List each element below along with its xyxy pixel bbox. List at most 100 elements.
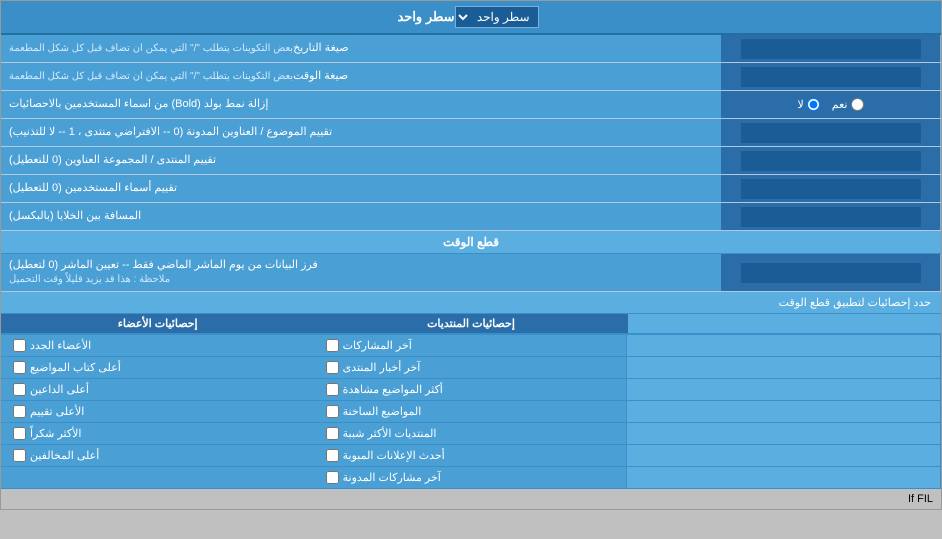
usernames-order-input[interactable]: 0 <box>741 179 921 199</box>
date-format-label: صيغة التاريخ بعض التكوينات يتطلب "/" الت… <box>1 35 721 62</box>
forum-order-label: تقييم المنتدى / المجموعة العناوين (0 للت… <box>1 147 721 174</box>
checkbox-item: أكثر المواضيع مشاهدة <box>322 381 619 398</box>
checkbox-post-4[interactable] <box>326 427 339 440</box>
col-empty-2 <box>627 357 941 378</box>
checkbox-post-0[interactable] <box>326 339 339 352</box>
col-post-1: آخر المشاركات <box>314 335 628 356</box>
col-post-5: المنتديات الأكثر شببة <box>314 423 628 444</box>
checkbox-label: المنتديات الأكثر شببة <box>343 427 437 440</box>
checkbox-row-7: آخر مشاركات المدونة <box>1 467 941 489</box>
checkbox-item: آخر المشاركات <box>322 337 619 354</box>
checkbox-item: المواضيع الساخنة <box>322 403 619 420</box>
checkbox-row-4: المواضيع الساخنة الأعلى تقييم <box>1 401 941 423</box>
bold-yes-label: نعم <box>832 98 864 111</box>
forum-order-input[interactable]: 33 <box>741 151 921 171</box>
usernames-order-input-container: 0 <box>721 175 941 202</box>
bold-remove-label: إزالة نمط بولد (Bold) من اسماء المستخدمي… <box>1 91 721 118</box>
col-member-1: الأعضاء الجدد <box>1 335 314 356</box>
time-cut-label: فرز البيانات من يوم الماشر الماضي فقط --… <box>1 254 721 291</box>
apply-row: حدد إحصائيات لتطبيق قطع الوقت <box>1 292 941 314</box>
checkbox-label: أعلى الداعين <box>30 383 89 396</box>
time-cut-header: قطع الوقت <box>1 231 941 254</box>
lines-select[interactable]: سطر واحد سطرين ثلاثة أسطر <box>455 6 539 28</box>
bold-radio-group: نعم لا <box>798 98 864 111</box>
apply-label: حدد إحصائيات لتطبيق قطع الوقت <box>779 297 931 309</box>
forum-order-input-container: 33 <box>721 147 941 174</box>
col-member-2: أعلى كتاب المواضيع <box>1 357 314 378</box>
checkbox-row-6: أحدث الإعلانات المبوبة أعلى المخالفين <box>1 445 941 467</box>
checkbox-item: آخر مشاركات المدونة <box>322 469 619 486</box>
checkbox-member-1[interactable] <box>13 361 26 374</box>
col-empty-7 <box>627 467 941 488</box>
checkbox-member-3[interactable] <box>13 405 26 418</box>
checkbox-item: آخر أخبار المنتدى <box>322 359 619 376</box>
checkbox-label: أعلى المخالفين <box>30 449 99 462</box>
cell-gap-label: المسافة بين الخلايا (بالبكسل) <box>1 203 721 230</box>
bottom-text-row: If FIL <box>1 489 941 509</box>
bold-no-radio[interactable] <box>807 98 820 111</box>
col-empty-3 <box>627 379 941 400</box>
checkbox-post-2[interactable] <box>326 383 339 396</box>
row-date-format: d-m صيغة التاريخ بعض التكوينات يتطلب "/"… <box>1 35 941 63</box>
checkbox-label: أحدث الإعلانات المبوبة <box>343 449 445 462</box>
row-time-format: H:i صيغة الوقت بعض التكوينات يتطلب "/" ا… <box>1 63 941 91</box>
checkbox-row-1: آخر المشاركات الأعضاء الجدد <box>1 335 941 357</box>
checkbox-post-5[interactable] <box>326 449 339 462</box>
col-post-4: المواضيع الساخنة <box>314 401 628 422</box>
usernames-order-label: تقييم أسماء المستخدمين (0 للتعطيل) <box>1 175 721 202</box>
col-post-6: أحدث الإعلانات المبوبة <box>314 445 628 466</box>
checkbox-item: أعلى الداعين <box>9 381 306 398</box>
checkbox-label: آخر أخبار المنتدى <box>343 361 421 374</box>
checkbox-label: أكثر المواضيع مشاهدة <box>343 383 443 396</box>
cell-gap-input[interactable]: 2 <box>741 207 921 227</box>
checkbox-item: أحدث الإعلانات المبوبة <box>322 447 619 464</box>
col-member-7 <box>1 467 314 488</box>
checkbox-label: آخر المشاركات <box>343 339 412 352</box>
checkbox-post-6[interactable] <box>326 471 339 484</box>
col-member-6: أعلى المخالفين <box>1 445 314 466</box>
col-post-7: آخر مشاركات المدونة <box>314 467 628 488</box>
checkbox-row-3: أكثر المواضيع مشاهدة أعلى الداعين <box>1 379 941 401</box>
checkbox-item: الأعضاء الجدد <box>9 337 306 354</box>
col-empty-4 <box>627 401 941 422</box>
row-forum-order: 33 تقييم المنتدى / المجموعة العناوين (0 … <box>1 147 941 175</box>
time-format-input[interactable]: H:i <box>741 67 921 87</box>
bold-remove-input-container: نعم لا <box>721 91 941 118</box>
topic-order-label: تقييم الموضوع / العناوين المدونة (0 -- ا… <box>1 119 721 146</box>
checkbox-item: الأكثر شكراً <box>9 425 306 442</box>
checkbox-member-4[interactable] <box>13 427 26 440</box>
checkbox-item: المنتديات الأكثر شببة <box>322 425 619 442</box>
col-member-3: أعلى الداعين <box>1 379 314 400</box>
checkbox-item: أعلى كتاب المواضيع <box>9 359 306 376</box>
col-empty-1 <box>627 335 941 356</box>
col-header-post-stats: إحصائيات المنتديات <box>314 314 627 334</box>
header-label: سطر واحد <box>397 9 454 25</box>
topic-order-input-container: 33 <box>721 119 941 146</box>
checkbox-member-0[interactable] <box>13 339 26 352</box>
topic-order-input[interactable]: 33 <box>741 123 921 143</box>
col-header-empty <box>628 314 941 334</box>
checkbox-label: أعلى كتاب المواضيع <box>30 361 121 374</box>
row-topic-order: 33 تقييم الموضوع / العناوين المدونة (0 -… <box>1 119 941 147</box>
bold-yes-radio[interactable] <box>851 98 864 111</box>
time-cut-input[interactable]: 0 <box>741 263 921 283</box>
checkbox-post-1[interactable] <box>326 361 339 374</box>
row-cell-gap: 2 المسافة بين الخلايا (بالبكسل) <box>1 203 941 231</box>
bottom-text: If FIL <box>908 493 933 505</box>
col-post-3: أكثر المواضيع مشاهدة <box>314 379 628 400</box>
time-format-label: صيغة الوقت بعض التكوينات يتطلب "/" التي … <box>1 63 721 90</box>
header-row: سطر واحد سطرين ثلاثة أسطر سطر واحد <box>1 1 941 35</box>
checkbox-member-2[interactable] <box>13 383 26 396</box>
bold-no-label: لا <box>798 98 820 111</box>
checkbox-label: الأكثر شكراً <box>30 427 81 440</box>
checkbox-label: الأعضاء الجدد <box>30 339 91 352</box>
date-format-input[interactable]: d-m <box>741 39 921 59</box>
main-container: سطر واحد سطرين ثلاثة أسطر سطر واحد d-m ص… <box>0 0 942 510</box>
row-usernames-order: 0 تقييم أسماء المستخدمين (0 للتعطيل) <box>1 175 941 203</box>
col-empty-5 <box>627 423 941 444</box>
checkbox-label: الأعلى تقييم <box>30 405 84 418</box>
checkbox-member-5[interactable] <box>13 449 26 462</box>
checkbox-post-3[interactable] <box>326 405 339 418</box>
time-cut-input-container: 0 <box>721 254 941 291</box>
col-member-4: الأعلى تقييم <box>1 401 314 422</box>
